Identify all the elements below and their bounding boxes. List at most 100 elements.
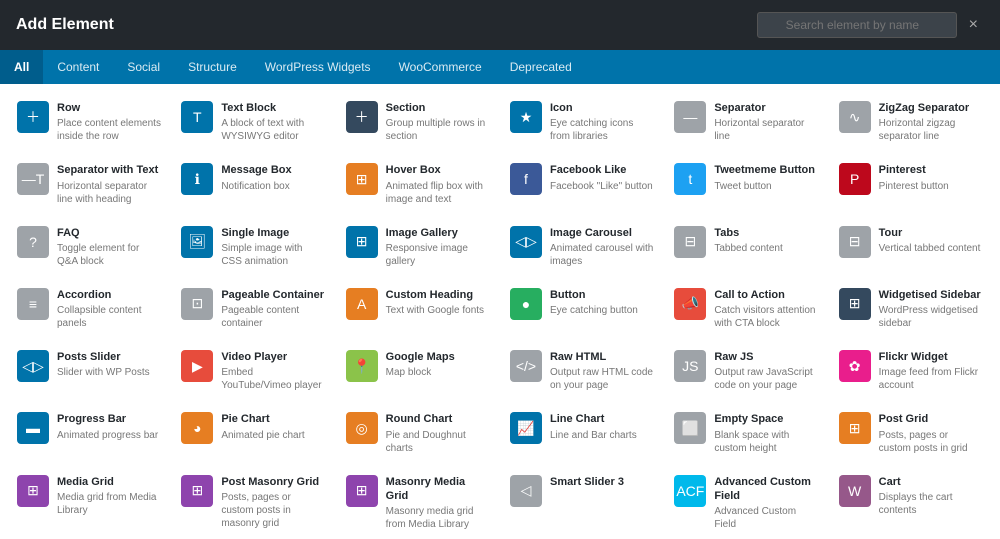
element-name: Accordion — [57, 288, 161, 302]
element-item[interactable]: fFacebook LikeFacebook "Like" button — [501, 154, 663, 214]
element-name: Line Chart — [550, 412, 654, 426]
filter-btn-structure[interactable]: Structure — [174, 50, 251, 84]
element-icon: ⊟ — [839, 226, 871, 258]
element-item[interactable]: JSRaw JSOutput raw JavaScript code on yo… — [665, 341, 827, 401]
element-name: Masonry Media Grid — [386, 475, 490, 504]
element-item[interactable]: ▬Progress BarAnimated progress bar — [8, 403, 170, 463]
element-item[interactable]: 🖼Single ImageSimple image with CSS anima… — [172, 217, 334, 277]
element-item[interactable]: ＋RowPlace content elements inside the ro… — [8, 92, 170, 152]
element-name: Posts Slider — [57, 350, 161, 364]
element-name: Empty Space — [714, 412, 818, 426]
element-icon: ＋ — [17, 101, 49, 133]
element-text: Progress BarAnimated progress bar — [57, 412, 161, 441]
element-item[interactable]: ◁▷Posts SliderSlider with WP Posts — [8, 341, 170, 401]
element-item[interactable]: ≡ Accordion Collapsible content panels — [8, 279, 170, 339]
element-item[interactable]: ⊞Masonry Media GridMasonry media grid fr… — [337, 466, 499, 539]
add-element-modal: Add Element 🔍 × AllContentSocialStructur… — [0, 0, 1000, 539]
element-item[interactable]: ⊞Image GalleryResponsive image gallery — [337, 217, 499, 277]
element-item[interactable]: ACFAdvanced Custom FieldAdvanced Custom … — [665, 466, 827, 539]
element-desc: Eye catching button — [550, 304, 654, 317]
element-item[interactable]: ◁Smart Slider 3 — [501, 466, 663, 539]
element-item[interactable]: ACustom HeadingText with Google fonts — [337, 279, 499, 339]
element-name: Row — [57, 101, 161, 115]
element-text: Smart Slider 3 — [550, 475, 654, 491]
element-item[interactable]: ◕Pie ChartAnimated pie chart — [172, 403, 334, 463]
filter-btn-wordpress_widgets[interactable]: WordPress Widgets — [251, 50, 385, 84]
element-item[interactable]: ⊞Post Masonry GridPosts, pages or custom… — [172, 466, 334, 539]
element-text: Pageable ContainerPageable content conta… — [221, 288, 325, 330]
element-icon: ⊞ — [346, 163, 378, 195]
element-desc: Horizontal separator line — [714, 117, 818, 143]
element-icon: ⬜ — [674, 412, 706, 444]
element-desc: Vertical tabbed content — [879, 242, 983, 255]
element-icon: ≡ — [17, 288, 49, 320]
element-desc: A block of text with WYSIWYG editor — [221, 117, 325, 143]
element-icon: ▶ — [181, 350, 213, 382]
element-item[interactable]: ∿ZigZag SeparatorHorizontal zigzag separ… — [830, 92, 992, 152]
element-item[interactable]: 📍Google MapsMap block — [337, 341, 499, 401]
element-item[interactable]: 📣Call to ActionCatch visitors attention … — [665, 279, 827, 339]
element-desc: Collapsible content panels — [57, 304, 161, 330]
element-text: Pie ChartAnimated pie chart — [221, 412, 325, 441]
element-text: Flickr WidgetImage feed from Flickr acco… — [879, 350, 983, 392]
element-desc: Pinterest button — [879, 180, 983, 193]
filter-btn-deprecated[interactable]: Deprecated — [496, 50, 586, 84]
element-icon: — — [674, 101, 706, 133]
filter-btn-content[interactable]: Content — [43, 50, 113, 84]
element-item[interactable]: ◎Round ChartPie and Doughnut charts — [337, 403, 499, 463]
element-item[interactable]: ⊟ Tour Vertical tabbed content — [830, 217, 992, 277]
element-icon: ACF — [674, 475, 706, 507]
element-item[interactable]: —TSeparator with TextHorizontal separato… — [8, 154, 170, 214]
element-item[interactable]: WCartDisplays the cart contents — [830, 466, 992, 539]
element-name: Separator with Text — [57, 163, 161, 177]
element-item[interactable]: </>Raw HTMLOutput raw HTML code on your … — [501, 341, 663, 401]
element-icon: —T — [17, 163, 49, 195]
element-name: Separator — [714, 101, 818, 115]
element-name: Custom Heading — [386, 288, 490, 302]
element-icon: ⊞ — [839, 288, 871, 320]
element-name: Tabs — [714, 226, 818, 240]
element-icon: f — [510, 163, 542, 195]
element-item[interactable]: ⊡Pageable ContainerPageable content cont… — [172, 279, 334, 339]
element-text: Media GridMedia grid from Media Library — [57, 475, 161, 517]
element-item[interactable]: ＋SectionGroup multiple rows in section — [337, 92, 499, 152]
element-item[interactable]: ⬜Empty SpaceBlank space with custom heig… — [665, 403, 827, 463]
filter-bar: AllContentSocialStructureWordPress Widge… — [0, 50, 1000, 84]
element-text: ButtonEye catching button — [550, 288, 654, 317]
close-button[interactable]: × — [963, 14, 984, 36]
element-item[interactable]: ◁▷Image CarouselAnimated carousel with i… — [501, 217, 663, 277]
element-item[interactable]: ⊞Widgetised SidebarWordPress widgetised … — [830, 279, 992, 339]
element-name: Tour — [879, 226, 983, 240]
element-name: Message Box — [221, 163, 325, 177]
element-icon: ⊞ — [181, 475, 213, 507]
search-wrap: 🔍 × — [757, 12, 984, 38]
element-item[interactable]: PPinterestPinterest button — [830, 154, 992, 214]
element-item[interactable]: ✿Flickr WidgetImage feed from Flickr acc… — [830, 341, 992, 401]
element-item[interactable]: — Separator Horizontal separator line — [665, 92, 827, 152]
element-item[interactable]: ?FAQToggle element for Q&A block — [8, 217, 170, 277]
element-item[interactable]: 📈Line ChartLine and Bar charts — [501, 403, 663, 463]
element-item[interactable]: ℹMessage BoxNotification box — [172, 154, 334, 214]
element-item[interactable]: tTweetmeme ButtonTweet button — [665, 154, 827, 214]
element-item[interactable]: ⊞Post GridPosts, pages or custom posts i… — [830, 403, 992, 463]
filter-btn-social[interactable]: Social — [113, 50, 174, 84]
element-desc: Animated pie chart — [221, 429, 325, 442]
filter-btn-all[interactable]: All — [0, 50, 43, 84]
element-name: Post Grid — [879, 412, 983, 426]
filter-btn-woocommerce[interactable]: WooCommerce — [385, 50, 496, 84]
element-item[interactable]: ●ButtonEye catching button — [501, 279, 663, 339]
element-name: Cart — [879, 475, 983, 489]
element-item[interactable]: ⊞Hover BoxAnimated flip box with image a… — [337, 154, 499, 214]
search-container: 🔍 — [757, 12, 957, 38]
element-item[interactable]: ⊟TabsTabbed content — [665, 217, 827, 277]
element-desc: Line and Bar charts — [550, 429, 654, 442]
element-item[interactable]: ▶Video PlayerEmbed YouTube/Vimeo player — [172, 341, 334, 401]
element-item[interactable]: ⊞Media GridMedia grid from Media Library — [8, 466, 170, 539]
element-item[interactable]: ★IconEye catching icons from libraries — [501, 92, 663, 152]
element-desc: Toggle element for Q&A block — [57, 242, 161, 268]
element-name: Pinterest — [879, 163, 983, 177]
search-input[interactable] — [757, 12, 957, 38]
element-item[interactable]: TText BlockA block of text with WYSIWYG … — [172, 92, 334, 152]
element-desc: Responsive image gallery — [386, 242, 490, 268]
element-desc: Horizontal zigzag separator line — [879, 117, 983, 143]
